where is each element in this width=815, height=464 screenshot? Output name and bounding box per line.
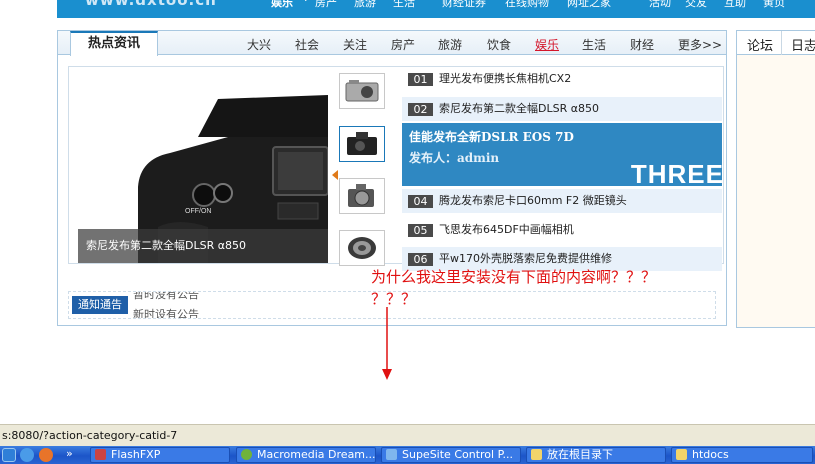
show-desktop-icon[interactable]: [2, 448, 16, 462]
news-title[interactable]: 索尼发布第二款全幅DLSR α850: [439, 102, 599, 115]
annotation-arrow-icon: [382, 307, 392, 380]
taskbar-button-htdocs[interactable]: htdocs: [671, 447, 813, 463]
taskbar-label: Macromedia Dream...: [257, 448, 376, 461]
slideshow-thumb-3[interactable]: [339, 178, 385, 214]
taskbar-label: FlashFXP: [111, 448, 161, 461]
tab-forum[interactable]: 论坛: [747, 35, 773, 54]
category-link[interactable]: 饮食: [487, 36, 511, 53]
featured-news[interactable]: 佳能发布全新DSLR EOS 7D 发布人：admin THREE: [402, 123, 722, 186]
top-nav-dot: ·: [304, 0, 308, 7]
lens-camera-thumb-icon: [348, 184, 374, 207]
category-link[interactable]: 房产: [391, 36, 415, 53]
top-nav-shopping[interactable]: 在线购物: [505, 0, 549, 10]
slideshow-thumb-1[interactable]: [339, 73, 385, 109]
taskbar-label: 放在根目录下: [547, 448, 613, 461]
category-link[interactable]: 生活: [582, 36, 606, 53]
top-nav-life[interactable]: 生活: [393, 0, 415, 10]
notice-line[interactable]: 新时设有公告: [133, 306, 199, 318]
lens-thumb-icon: [348, 237, 376, 259]
top-nav-links[interactable]: 网址之家: [567, 0, 611, 10]
taskbar-button-supesite[interactable]: SupeSite Control P...: [381, 447, 521, 463]
featured-title[interactable]: 佳能发布全新DSLR EOS 7D: [409, 128, 574, 145]
slideshow-photo[interactable]: OFF/ON 索尼发布第二款全幅DLSR α850: [78, 77, 328, 263]
news-item[interactable]: 04 腾龙发布索尼卡口60mm F2 微距镜头: [402, 189, 722, 213]
news-number: 05: [408, 223, 433, 237]
news-item[interactable]: 01 理光发布便携长焦相机CX2: [402, 67, 722, 91]
news-number: 04: [408, 194, 433, 208]
news-title[interactable]: 平w170外壳脱落索尼免费提供维修: [439, 252, 612, 265]
thumb-pointer-icon: [332, 170, 338, 180]
category-tab-bar: 热点资讯 大兴 社会 关注 房产 旅游 饮食 娱乐 生活 财经 更多>>: [58, 31, 726, 56]
notice-label: 通知通告: [72, 296, 128, 314]
top-nav-yellowpages[interactable]: 黄页: [763, 0, 785, 10]
category-link[interactable]: 大兴: [247, 36, 271, 53]
news-number: 02: [408, 102, 433, 116]
site-top-nav: www.dxtoo.cn 娱乐 · 房产 旅游 生活 财经证券 在线购物 网址之…: [57, 0, 815, 18]
top-nav-help[interactable]: 互助: [724, 0, 746, 10]
tab-divider: [781, 31, 782, 55]
category-more-link[interactable]: 更多>>: [678, 36, 722, 53]
dreamweaver-icon: [241, 449, 252, 460]
taskbar-label: SupeSite Control P...: [402, 448, 513, 461]
news-title[interactable]: 飞思发布645DF中画幅相机: [439, 223, 574, 236]
folder-icon: [676, 449, 687, 460]
taskbar-button-flashfxp[interactable]: FlashFXP: [90, 447, 230, 463]
side-tab-bar: 论坛 日志: [737, 31, 815, 55]
taskbar-button-folder-root[interactable]: 放在根目录下: [526, 447, 666, 463]
dslr-thumb-icon: [347, 132, 377, 155]
category-link[interactable]: 社会: [295, 36, 319, 53]
firefox-icon[interactable]: [39, 448, 53, 462]
news-number: 06: [408, 252, 433, 266]
site-logo-text: www.dxtoo.cn: [85, 0, 217, 9]
camera-thumb-icon: [345, 80, 379, 102]
news-item[interactable]: 02 索尼发布第二款全幅DLSR α850: [402, 97, 722, 121]
top-nav-events[interactable]: 活动: [649, 0, 671, 10]
svg-text:OFF/ON: OFF/ON: [185, 208, 211, 215]
annotation-line: ？？？: [371, 290, 417, 308]
top-nav-entertainment[interactable]: 娱乐: [271, 0, 293, 10]
tab-blog[interactable]: 日志: [791, 35, 815, 54]
internet-explorer-icon[interactable]: [20, 448, 34, 462]
folder-icon: [531, 449, 542, 460]
category-link[interactable]: 旅游: [438, 36, 462, 53]
slideshow-thumb-2[interactable]: [339, 126, 385, 162]
annotation-text: 为什么我这里安装没有下面的内容啊？？？ ？？？: [371, 266, 751, 310]
annotation-line: 为什么我这里安装没有下面的内容啊？？？: [371, 268, 657, 286]
quicklaunch-more-icon[interactable]: »: [66, 447, 73, 460]
photo-caption: 索尼发布第二款全幅DLSR α850: [78, 229, 328, 263]
taskbar-button-dreamweaver[interactable]: Macromedia Dream...: [236, 447, 376, 463]
news-item[interactable]: 05 飞思发布645DF中画幅相机: [402, 218, 722, 242]
flashfxp-icon: [95, 449, 106, 460]
notice-line[interactable]: 暂时没有公告: [133, 292, 199, 302]
slideshow-thumb-4[interactable]: [339, 230, 385, 266]
slideshow-box: OFF/ON 索尼发布第二款全幅DLSR α850 01 理光发布便携长焦相机C…: [68, 66, 724, 271]
category-link[interactable]: 关注: [343, 36, 367, 53]
featured-publisher: 发布人：admin: [409, 151, 500, 165]
top-nav-house[interactable]: 房产: [315, 0, 337, 10]
windows-taskbar: » FlashFXP Macromedia Dream... SupeSite …: [0, 446, 815, 464]
news-number: 01: [408, 72, 433, 86]
browser-status-bar: s:8080/?action-category-catid-7: [0, 424, 815, 446]
news-title[interactable]: 理光发布便携长焦相机CX2: [439, 72, 571, 85]
category-link[interactable]: 财经: [630, 36, 654, 53]
category-link-selected[interactable]: 娱乐: [535, 36, 559, 53]
top-nav-finance[interactable]: 财经证券: [442, 0, 486, 10]
browser-page-icon: [386, 449, 397, 460]
news-title[interactable]: 腾龙发布索尼卡口60mm F2 微距镜头: [439, 194, 627, 207]
tab-hot-news[interactable]: 热点资讯: [70, 31, 158, 56]
featured-watermark: THREE: [630, 159, 722, 186]
status-url: s:8080/?action-category-catid-7: [2, 429, 178, 442]
top-nav-dating[interactable]: 交友: [685, 0, 707, 10]
top-nav-travel[interactable]: 旅游: [354, 0, 376, 10]
taskbar-label: htdocs: [692, 448, 729, 461]
